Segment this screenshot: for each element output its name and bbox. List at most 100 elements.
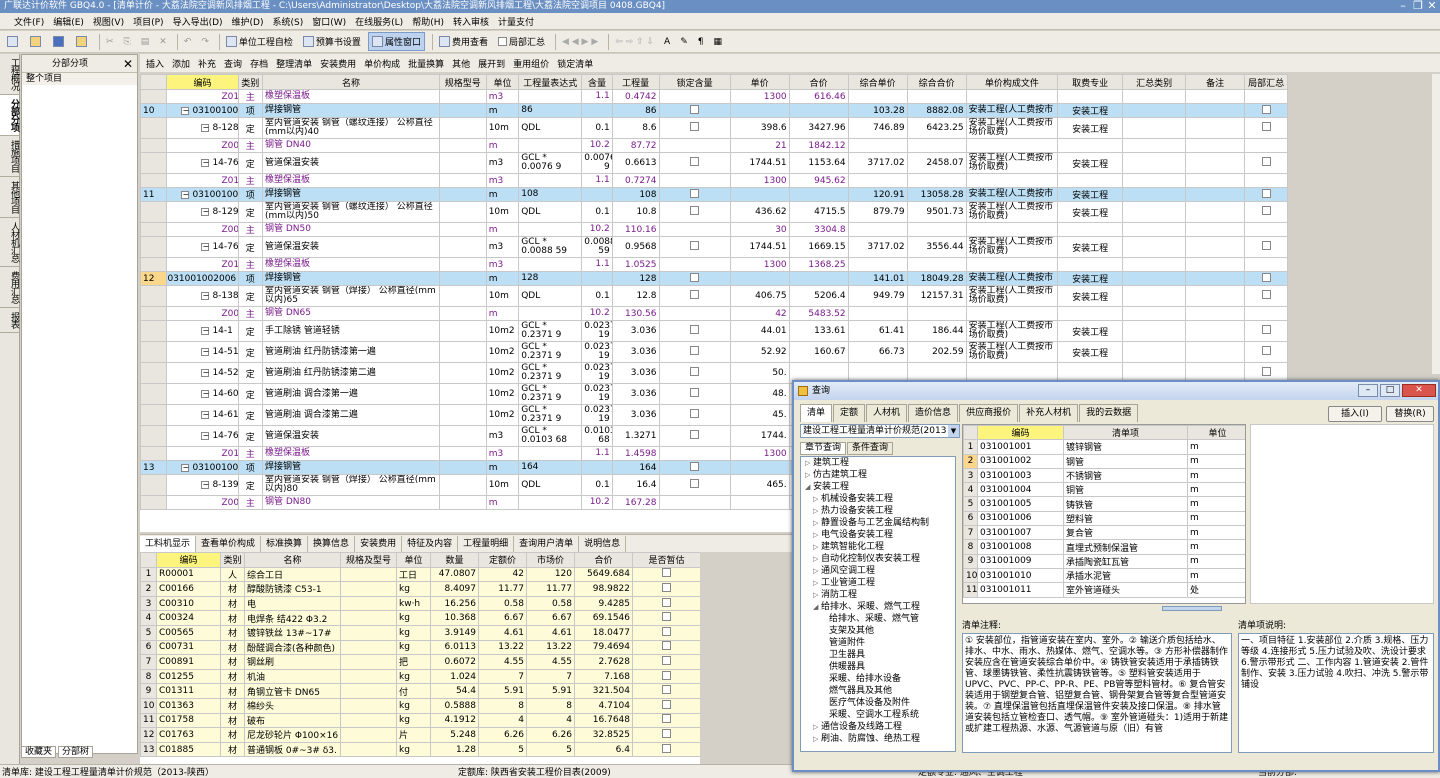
edit-toolbar-item[interactable]: 插入 bbox=[146, 57, 164, 70]
dialog-close-button[interactable]: ✕ bbox=[1402, 384, 1436, 397]
table-row[interactable]: 3 C00310 材电 kw·h 16.256 0.58 0.58 9.4285 bbox=[140, 595, 700, 612]
dialog-tab[interactable]: 补充人材机 bbox=[1019, 404, 1079, 422]
column-header[interactable]: 名称 bbox=[262, 74, 440, 90]
edit-toolbar-item[interactable]: 整理清单 bbox=[276, 57, 312, 70]
detail-tab[interactable]: 安装费用 bbox=[355, 535, 403, 552]
collapse-icon[interactable]: − bbox=[201, 432, 210, 440]
menu-item[interactable]: 在线服务(L) bbox=[355, 15, 403, 28]
estimate-checkbox[interactable] bbox=[662, 743, 671, 753]
tree-expander-icon[interactable]: ▷ bbox=[813, 565, 821, 577]
table-row[interactable]: Z0166481主橡塑保温板 m3 1.10.4742 1300616.46 bbox=[140, 89, 1288, 104]
column-header[interactable]: 合价 bbox=[788, 74, 849, 90]
tree-node[interactable]: ▷ 工业管道工程 bbox=[801, 577, 955, 589]
column-header[interactable]: 单价 bbox=[729, 74, 790, 90]
column-header[interactable]: 名称 bbox=[244, 552, 341, 568]
column-header[interactable] bbox=[140, 74, 168, 90]
collapse-icon[interactable]: − bbox=[201, 481, 210, 489]
estimate-checkbox[interactable] bbox=[662, 714, 671, 724]
budget-settings-button[interactable]: 预算书设置 bbox=[300, 33, 364, 50]
tree-expander-icon[interactable]: ▷ bbox=[813, 577, 821, 589]
partial-checkbox[interactable] bbox=[1261, 290, 1271, 299]
table-row[interactable]: 8 031001008 直埋式预制保温管 m bbox=[963, 539, 1245, 555]
table-row[interactable]: 4 C00324 材电焊条 结422 Φ3.2 kg 10.368 6.67 6.67 69.… bbox=[140, 610, 700, 626]
dialog-minimize-button[interactable]: – bbox=[1358, 384, 1378, 397]
detail-tab[interactable]: 说明信息 bbox=[579, 535, 627, 552]
menu-item[interactable]: 视图(V) bbox=[93, 15, 124, 28]
dialog-tab[interactable]: 定额 bbox=[833, 404, 866, 422]
table-row[interactable]: Z00928主钢管 DN50 m 10.2110.16 303304.8 bbox=[140, 222, 1288, 237]
column-header[interactable]: 清单项 bbox=[1063, 425, 1188, 441]
lock-checkbox[interactable] bbox=[690, 241, 700, 250]
table-row[interactable]: −14-760定管道保温安装 m3GCL * 0.0076 90.0076 90.… bbox=[140, 152, 1288, 174]
table-row[interactable]: 12 C01763 材尼龙砂轮片 Φ100×16 片 5.248 6.26 6.26 32.8… bbox=[140, 727, 700, 743]
tree-node[interactable]: 供暖器具 bbox=[801, 661, 955, 673]
menu-item[interactable]: 项目(P) bbox=[133, 15, 163, 28]
close-button[interactable]: ✕ bbox=[1425, 0, 1439, 13]
partial-checkbox[interactable] bbox=[1261, 157, 1271, 166]
detail-tab[interactable]: 查询用户清单 bbox=[514, 535, 580, 552]
table-row[interactable]: 7 031001007 复合管 m bbox=[963, 525, 1245, 541]
save-all-icon[interactable] bbox=[73, 34, 92, 49]
table-row[interactable]: 7 C00891 材钢丝刷把 0.6072 4.55 4.55 2.7628 bbox=[140, 654, 700, 670]
spec-library-select[interactable]: 建设工程工程量清单计价规范(2013 ▼ bbox=[800, 424, 960, 438]
nav-arrows[interactable]: ◀ ◀ ▶ ▶ bbox=[559, 35, 601, 49]
collapse-icon[interactable]: − bbox=[181, 190, 190, 199]
lock-checkbox[interactable] bbox=[690, 346, 700, 355]
estimate-checkbox[interactable] bbox=[662, 670, 671, 680]
table-row[interactable]: 5 031001005 铸铁管 m bbox=[963, 496, 1245, 512]
detail-tab[interactable]: 查看单价构成 bbox=[196, 535, 262, 552]
copy-icon[interactable]: ⎘ bbox=[121, 35, 134, 49]
partial-checkbox[interactable] bbox=[1261, 367, 1271, 376]
lock-checkbox[interactable] bbox=[690, 157, 700, 166]
table-row[interactable]: 10 031001010 承插水泥管 m bbox=[963, 567, 1245, 584]
table-row[interactable]: Z0166481主橡塑保温板 m3 1.10.7274 1300945.62 bbox=[140, 173, 1288, 188]
partial-summary-button[interactable]: 局部汇总 bbox=[495, 33, 548, 50]
menu-item[interactable]: 帮助(H) bbox=[412, 15, 444, 28]
close-icon[interactable]: ✕ bbox=[123, 55, 133, 73]
menu-item[interactable]: 编辑(E) bbox=[53, 15, 84, 28]
column-header[interactable]: 合价 bbox=[574, 552, 633, 568]
menu-item[interactable]: 系统(S) bbox=[272, 15, 303, 28]
table-row[interactable]: 11−031001002005项焊接钢管m108108120.9113058.2… bbox=[140, 187, 1288, 202]
partial-checkbox[interactable] bbox=[1261, 104, 1271, 114]
tree-expander-icon[interactable]: ▷ bbox=[813, 529, 821, 541]
lock-checkbox[interactable] bbox=[690, 272, 700, 282]
lock-checkbox[interactable] bbox=[690, 122, 700, 131]
tree-node[interactable]: 卫生器具 bbox=[801, 649, 955, 661]
tree-expander-icon[interactable]: ▷ bbox=[813, 517, 821, 529]
column-header[interactable]: 编码 bbox=[166, 74, 239, 90]
left-tab[interactable]: 费用汇总 bbox=[0, 267, 19, 308]
tree-expander-icon[interactable]: ◢ bbox=[813, 601, 821, 613]
estimate-checkbox[interactable] bbox=[662, 655, 671, 665]
partial-checkbox[interactable] bbox=[1261, 188, 1271, 198]
tree-expander-icon[interactable]: ▷ bbox=[813, 733, 821, 745]
tree-expander-icon[interactable]: ▷ bbox=[813, 541, 821, 553]
tree-node[interactable]: ▷ 建筑智能化工程 bbox=[801, 541, 955, 553]
cut-icon[interactable]: ✂ bbox=[103, 35, 117, 49]
tree-node[interactable]: ▷ 电气设备安装工程 bbox=[801, 529, 955, 541]
tree-expander-icon[interactable]: ▷ bbox=[805, 457, 813, 469]
font-icon[interactable]: A bbox=[661, 35, 673, 49]
menu-item[interactable]: 文件(F) bbox=[14, 15, 44, 28]
tab-condition-query[interactable]: 条件查询 bbox=[847, 442, 894, 455]
detail-tab[interactable]: 标准换算 bbox=[261, 535, 309, 552]
menu-item[interactable]: 导入导出(D) bbox=[173, 15, 223, 28]
delete-icon[interactable]: ✕ bbox=[156, 35, 170, 49]
left-tab[interactable]: 工程概况 bbox=[0, 54, 19, 95]
column-header[interactable]: 锁定含量 bbox=[658, 74, 731, 90]
tree-expander-icon[interactable]: ▷ bbox=[813, 493, 821, 505]
table-row[interactable]: 6 C00731 材酚醛调合漆(各种颜色) kg 6.0113 13.22 13.22 79.… bbox=[140, 639, 700, 656]
partial-checkbox[interactable] bbox=[1261, 241, 1271, 250]
tree-node[interactable]: ▷ 自动化控制仪表安装工程 bbox=[801, 553, 955, 565]
left-tab[interactable]: 分部分项 bbox=[0, 95, 19, 136]
edit-toolbar-item[interactable]: 添加 bbox=[172, 57, 190, 70]
collapse-icon[interactable]: − bbox=[201, 208, 210, 216]
lock-checkbox[interactable] bbox=[690, 188, 700, 198]
table-row[interactable]: 10−031001002004项焊接钢管m8686103.288882.08安装… bbox=[140, 103, 1288, 118]
table-row[interactable]: 9 C01311 材角钢立管卡 DN65 付 54.4 5.91 5.91 321.504 bbox=[140, 683, 700, 699]
tree-node[interactable]: 给排水、采暖、燃气管 bbox=[801, 613, 955, 625]
collapse-icon[interactable]: − bbox=[201, 243, 210, 251]
tree-node[interactable]: ◢ 给排水、采暖、燃气工程 bbox=[801, 601, 955, 613]
tree-node[interactable]: ◢ 安装工程 bbox=[801, 481, 955, 493]
edit-toolbar-item[interactable]: 补充 bbox=[198, 57, 216, 70]
